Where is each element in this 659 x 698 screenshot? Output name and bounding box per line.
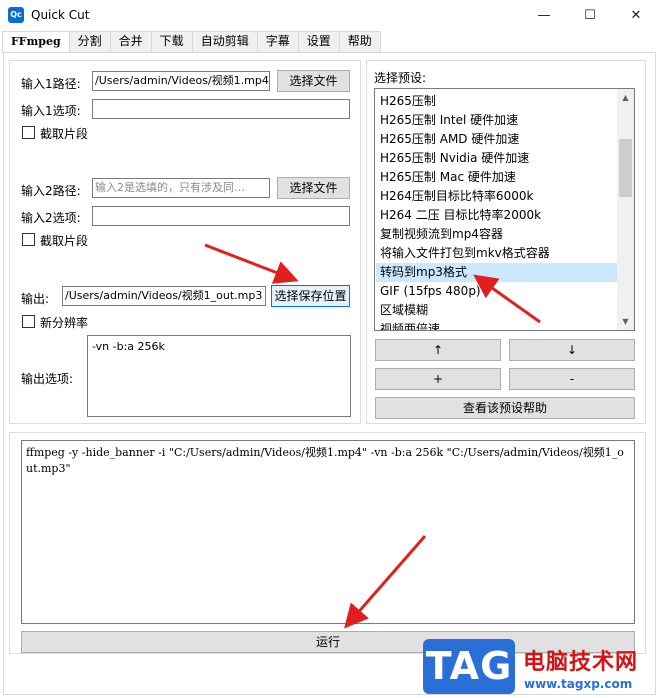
arrow-to-save-location [204,243,299,284]
watermark-logo: TAG [423,639,515,694]
arrow-to-mp3-preset [473,274,541,324]
watermark-url: www.tagxp.com [524,677,633,691]
arrow-to-run-button [344,535,427,629]
annotation-arrows [204,243,541,629]
watermark-site-name: 电脑技术网 [523,650,639,675]
